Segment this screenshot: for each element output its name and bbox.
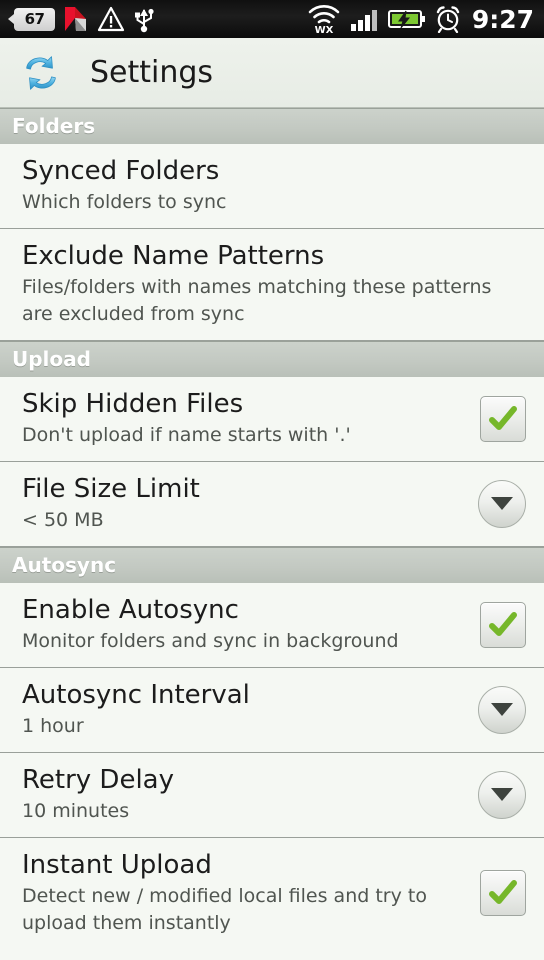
list-item-subtitle: Detect new / modified local files and tr…	[22, 885, 427, 934]
row-text: Skip Hidden Files Don't upload if name s…	[22, 388, 480, 449]
signal-bars-icon	[350, 10, 377, 31]
svg-text:WX: WX	[314, 25, 333, 34]
status-bar: 67 WX 9:27	[0, 0, 544, 38]
row-text: File Size Limit < 50 MB	[22, 473, 478, 534]
row-text: Synced Folders Which folders to sync	[22, 155, 526, 216]
chevron-down-icon	[491, 788, 513, 801]
list-item[interactable]: Synced Folders Which folders to sync	[0, 144, 544, 229]
app-title-bar: Settings	[0, 38, 544, 108]
battery-charging-icon	[387, 10, 425, 29]
list-item-value: < 50 MB	[22, 509, 104, 531]
alarm-clock-icon	[436, 6, 460, 33]
autosync-interval-dropdown[interactable]	[478, 685, 526, 734]
list-item[interactable]: Instant Upload Detect new / modified loc…	[0, 838, 544, 949]
page-title: Settings	[90, 55, 214, 90]
checkmark-icon	[489, 880, 517, 904]
settings-list[interactable]: Folders Synced Folders Which folders to …	[0, 108, 544, 949]
list-item-title: Instant Upload	[22, 850, 212, 880]
list-item[interactable]: Retry Delay 10 minutes	[0, 753, 544, 838]
retry-delay-dropdown[interactable]	[478, 770, 526, 819]
list-item-title: Retry Delay	[22, 765, 174, 795]
section-header-folders: Folders	[0, 108, 544, 144]
list-item-subtitle: Files/folders with names matching these …	[22, 276, 492, 325]
list-item-subtitle: Which folders to sync	[22, 191, 227, 213]
section-header-autosync: Autosync	[0, 547, 544, 583]
list-item-subtitle: Monitor folders and sync in background	[22, 630, 399, 652]
list-item[interactable]: Autosync Interval 1 hour	[0, 668, 544, 753]
kaspersky-icon	[65, 7, 86, 31]
list-item[interactable]: File Size Limit < 50 MB	[0, 462, 544, 547]
list-item-value: 1 hour	[22, 715, 84, 737]
list-item-value: 10 minutes	[22, 800, 130, 822]
list-item-title: Exclude Name Patterns	[22, 241, 325, 271]
section-header-upload: Upload	[0, 341, 544, 377]
wifi-wx-icon: WX	[308, 5, 340, 34]
sync-arrows-icon	[26, 55, 56, 90]
status-bar-clock: 9:27	[471, 4, 534, 34]
list-item-title: File Size Limit	[22, 474, 200, 504]
list-item-title: Skip Hidden Files	[22, 389, 244, 419]
list-item-title: Synced Folders	[22, 156, 220, 186]
status-bar-left-icons: 67	[6, 5, 306, 33]
battery-percent-label: 67	[24, 10, 45, 28]
list-item-title: Autosync Interval	[22, 680, 250, 710]
usb-icon	[135, 8, 154, 33]
instant-upload-checkbox[interactable]	[480, 870, 526, 916]
enable-autosync-checkbox[interactable]	[480, 601, 526, 648]
checkmark-icon	[489, 405, 517, 430]
skip-hidden-files-checkbox[interactable]	[480, 395, 526, 442]
list-item[interactable]: Enable Autosync Monitor folders and sync…	[0, 583, 544, 668]
warning-triangle-icon	[97, 6, 125, 32]
chevron-down-icon	[491, 703, 513, 716]
list-item[interactable]: Skip Hidden Files Don't upload if name s…	[0, 377, 544, 462]
checkmark-icon	[489, 611, 517, 636]
row-text: Exclude Name Patterns Files/folders with…	[22, 240, 526, 328]
chevron-down-icon	[491, 497, 513, 510]
file-size-limit-dropdown[interactable]	[478, 479, 526, 528]
phone-screen: 67 WX 9:27 Settings Folders Synced Folde…	[0, 0, 544, 960]
row-text: Retry Delay 10 minutes	[22, 764, 478, 825]
row-text: Instant Upload Detect new / modified loc…	[22, 849, 480, 937]
row-text: Enable Autosync Monitor folders and sync…	[22, 594, 480, 655]
status-bar-right-icons: WX 9:27	[306, 4, 536, 34]
row-text: Autosync Interval 1 hour	[22, 679, 478, 740]
list-item[interactable]: Exclude Name Patterns Files/folders with…	[0, 229, 544, 341]
list-item-title: Enable Autosync	[22, 595, 239, 625]
battery-percent-badge: 67	[8, 7, 55, 31]
list-item-subtitle: Don't upload if name starts with '.'	[22, 424, 351, 446]
